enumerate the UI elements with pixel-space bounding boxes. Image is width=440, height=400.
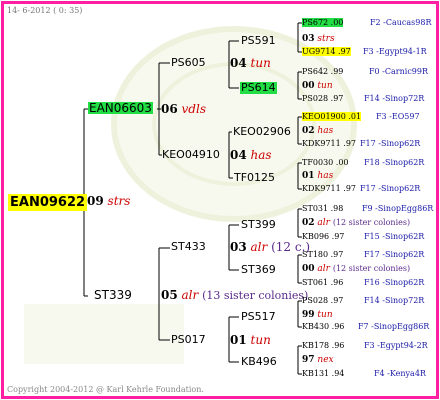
g4-code-1[interactable]: PS672 .00: [302, 18, 344, 27]
sd-year: 04 has: [230, 149, 272, 161]
sire-abbr: vdls: [181, 102, 206, 116]
g3-f-year: 00 alr (12 sister colonies): [302, 264, 410, 274]
g3-g-abbr: tun: [317, 310, 333, 320]
g3-e-abbr: alr: [317, 218, 330, 228]
g3-e-note: (12 sister colonies): [332, 218, 411, 227]
g3-a-abbr: strs: [317, 34, 335, 44]
g4-code-6[interactable]: KDK9711 .97: [302, 139, 356, 148]
g4-code-2[interactable]: UG9714 .97: [302, 47, 351, 56]
g3-f-num: 00: [302, 264, 315, 274]
dd-code[interactable]: PS017: [171, 334, 206, 346]
ss-abbr: tun: [250, 56, 271, 70]
g4-code-7[interactable]: TF0030 .00: [302, 158, 349, 167]
g3-d-abbr: has: [317, 171, 334, 181]
g4-info-4: F14 -Sinop72R: [364, 94, 425, 103]
g4-info-15: F3 -Egypt94-2R: [364, 341, 428, 350]
root-queen-code[interactable]: EAN09622: [8, 194, 88, 211]
g3-f-note: (12 sister colonies): [332, 264, 411, 273]
dam-num: 05: [161, 288, 178, 302]
g4-info-5: F3 -EO597: [376, 112, 420, 121]
sire-num: 06: [161, 102, 178, 116]
g4-info-6: F17 -Sinop62R: [360, 139, 421, 148]
dam-code[interactable]: ST339: [94, 289, 132, 301]
ss-code[interactable]: PS605: [171, 57, 206, 69]
g3-f-abbr: alr: [317, 264, 330, 274]
g4-code-8[interactable]: KDK9711 .97: [302, 184, 356, 193]
g3-e-num: 02: [302, 218, 315, 228]
dam-sister-note: (13 sister colonies): [202, 289, 309, 302]
g4-info-9: F9 -SinopEgg86R: [362, 204, 434, 213]
dd-abbr: tun: [250, 333, 271, 347]
ds-num: 03: [230, 240, 247, 254]
g3-g-code[interactable]: PS517: [241, 311, 276, 323]
g3-a-code[interactable]: PS591: [241, 35, 276, 47]
g4-code-14[interactable]: KB430 .96: [302, 322, 344, 331]
root-year: 09: [87, 194, 104, 208]
g4-code-10[interactable]: KB096 .97: [302, 232, 344, 241]
g4-info-8: F17 -Sinop62R: [360, 184, 421, 193]
g3-b-abbr: tun: [317, 81, 333, 91]
g4-info-14: F7 -SinopEgg86R: [358, 322, 430, 331]
sd-abbr: has: [250, 148, 272, 162]
g4-info-3: F0 -Carnic99R: [369, 67, 428, 76]
g3-h-abbr: nex: [317, 355, 334, 365]
copyright-footer: Copyright 2004-2012 @ Karl Kehrle Founda…: [7, 385, 204, 394]
g3-f-code[interactable]: ST369: [241, 264, 276, 276]
g3-g-year: 99 tun: [302, 310, 333, 320]
g3-c-year: 02 has: [302, 126, 333, 136]
g3-c-num: 02: [302, 126, 315, 136]
g4-code-11[interactable]: ST180 .97: [302, 250, 343, 259]
g4-info-12: F16 -Sinop62R: [364, 278, 425, 287]
dd-year: 01 tun: [230, 334, 271, 346]
sire-year: 06 vdls: [161, 103, 206, 115]
g3-e-code[interactable]: ST399: [241, 219, 276, 231]
g3-h-num: 97: [302, 355, 315, 365]
dam-abbr: alr: [181, 288, 199, 302]
g3-a-year: 03 strs: [302, 34, 335, 44]
g4-code-9[interactable]: ST031 .98: [302, 204, 343, 213]
g3-g-num: 99: [302, 310, 315, 320]
g4-info-10: F15 -Sinop62R: [364, 232, 425, 241]
g4-info-2: F3 -Egypt94-1R: [363, 47, 427, 56]
ss-year: 04 tun: [230, 57, 271, 69]
sd-code[interactable]: KEO04910: [162, 149, 220, 161]
root-queen-year: 09 strs: [87, 195, 130, 207]
g4-code-5[interactable]: KEO01900 .01: [302, 112, 362, 121]
g3-d-num: 01: [302, 171, 315, 181]
sd-num: 04: [230, 148, 247, 162]
ds-code[interactable]: ST433: [171, 241, 206, 253]
g4-code-13[interactable]: PS028 .97: [302, 296, 343, 305]
g3-c-code[interactable]: KEO02906: [233, 126, 291, 138]
g3-d-code[interactable]: TF0125: [234, 172, 275, 184]
g3-a-num: 03: [302, 34, 315, 44]
g4-code-12[interactable]: ST061 .96: [302, 278, 343, 287]
pedigree-frame: 14- 6-2012 ( 0: 35) Copyright 2004-2012 …: [1, 1, 439, 399]
g3-b-year: 00 tun: [302, 81, 333, 91]
g3-h-code[interactable]: KB496: [241, 356, 277, 368]
ss-num: 04: [230, 56, 247, 70]
g4-code-15[interactable]: KB178 .96: [302, 341, 344, 350]
g3-h-year: 97 nex: [302, 355, 334, 365]
g4-info-13: F14 -Sinop72R: [364, 296, 425, 305]
dam-year: 05 alr (13 sister colonies): [161, 289, 308, 302]
g4-code-4[interactable]: PS028 .97: [302, 94, 343, 103]
g4-info-1: F2 -Caucas98R: [370, 18, 432, 27]
g3-d-year: 01 has: [302, 171, 333, 181]
g3-e-year: 02 alr (12 sister colonies): [302, 218, 410, 228]
g4-code-16[interactable]: KB131 .94: [302, 369, 344, 378]
g3-b-num: 00: [302, 81, 315, 91]
root-breeder-abbr: strs: [107, 194, 131, 208]
g4-info-7: F18 -Sinop62R: [364, 158, 425, 167]
ds-year: 03 alr (12 c.): [230, 241, 310, 253]
g4-code-3[interactable]: PS642 .99: [302, 67, 343, 76]
sire-code[interactable]: EAN06603: [88, 102, 153, 114]
dd-num: 01: [230, 333, 247, 347]
g4-info-16: F4 -Kenya4R: [374, 369, 426, 378]
g3-b-code[interactable]: PS614: [240, 82, 277, 94]
ds-abbr: alr: [250, 240, 268, 254]
print-date: 14- 6-2012 ( 0: 35): [7, 6, 83, 15]
g3-c-abbr: has: [317, 126, 334, 136]
g4-info-11: F17 -Sinop62R: [364, 250, 425, 259]
